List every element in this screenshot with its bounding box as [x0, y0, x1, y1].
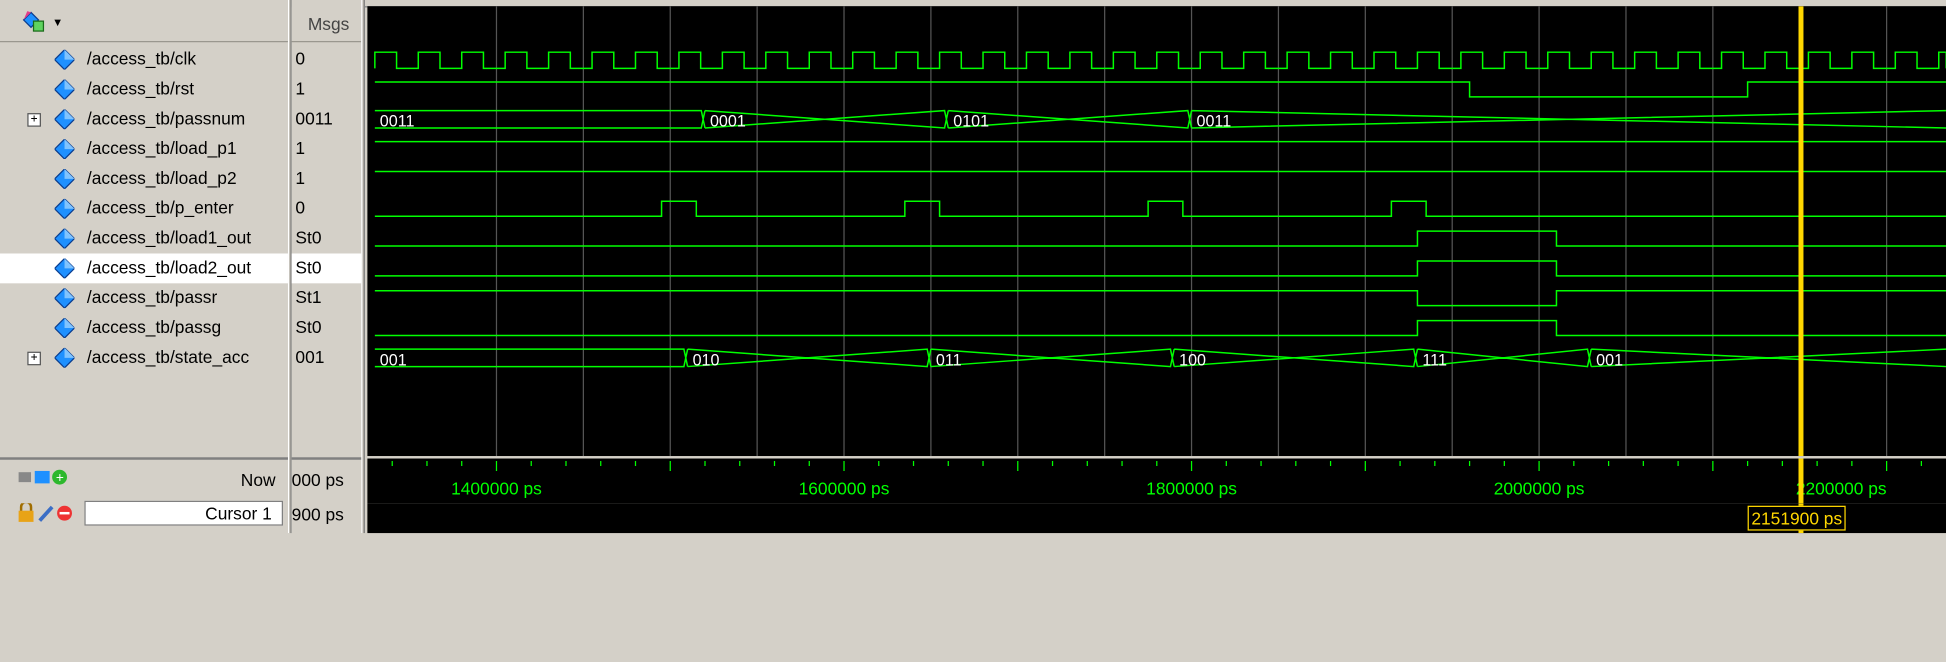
load1-out-waveform [374, 230, 1946, 247]
status-values-pane: 000 ps 900 ps [291, 457, 362, 536]
expand-icon[interactable]: + [27, 113, 41, 127]
signal-diamond-icon [54, 318, 75, 338]
signal-value: St1 [295, 287, 322, 307]
bus-value-label: 0001 [710, 113, 746, 131]
signal-diamond-icon [54, 228, 75, 249]
signal-value: 1 [295, 137, 306, 158]
ruler-label: 1800000 ps [1146, 479, 1237, 499]
signal-value: St0 [295, 227, 322, 248]
now-label: Now [240, 469, 276, 490]
signal-name[interactable]: /access_tb/load_p2 [87, 168, 237, 188]
signal-diamond-icon [54, 168, 75, 189]
bus-value-label: 100 [1179, 351, 1206, 369]
names-header: ▼ [0, 6, 288, 43]
bus-value-label: 001 [380, 351, 407, 369]
ruler-label: 1600000 ps [799, 479, 890, 499]
signal-value: 0011 [295, 108, 333, 128]
msgs-header: Msgs [291, 6, 362, 43]
signal-value: 001 [295, 346, 325, 367]
signal-value: 1 [295, 167, 306, 188]
signal-name[interactable]: /access_tb/passnum [87, 108, 245, 128]
passnum-waveform [374, 109, 1946, 129]
rst-waveform [374, 81, 1946, 98]
signal-value: 0 [295, 48, 306, 69]
passr-waveform [374, 290, 1946, 307]
cursor-time-label[interactable]: 2151900 ps [1747, 505, 1846, 531]
signal-value: St0 [295, 316, 322, 337]
chevron-down-icon[interactable]: ▼ [52, 16, 63, 28]
status-pane: + Now Cursor 1 [0, 457, 288, 536]
passg-waveform [374, 319, 1946, 337]
ruler-label: 2000000 ps [1494, 479, 1585, 499]
signal-diamond-icon [54, 139, 75, 160]
signal-value: St0 [295, 257, 322, 278]
signal-name[interactable]: /access_tb/clk [87, 48, 196, 68]
time-ruler[interactable]: 1400000 ps 1600000 ps 1800000 ps 2000000 ps… [367, 458, 1946, 504]
ruler-label: 1400000 ps [451, 479, 542, 499]
waveform-area[interactable]: 0011 0001 0101 0011 001 010 011 100 111 001 [367, 6, 1946, 457]
bus-value-label: 010 [693, 351, 720, 369]
load2-out-waveform [374, 260, 1946, 277]
bus-value-label: 0101 [953, 113, 989, 131]
signal-diamond-icon [54, 109, 75, 130]
p-enter-waveform [374, 200, 1946, 217]
signal-diamond-icon [54, 258, 75, 279]
cursor-label: Cursor 1 [205, 503, 272, 524]
signal-name[interactable]: /access_tb/p_enter [87, 198, 234, 218]
signal-value: 0 [295, 197, 306, 218]
svg-text:+: + [56, 470, 64, 485]
signal-diamond-icon [54, 49, 75, 70]
signal-name[interactable]: /access_tb/passg [87, 317, 221, 337]
bus-value-label: 011 [936, 351, 962, 369]
signal-diamond-icon [54, 347, 75, 368]
msgs-label: Msgs [307, 13, 350, 34]
layout-icon[interactable] [20, 10, 47, 39]
signal-name[interactable]: /access_tb/load1_out [87, 227, 251, 247]
cursor-line[interactable] [1798, 6, 1804, 457]
bus-value-label: 0011 [1197, 113, 1232, 131]
pane-divider-2[interactable] [361, 0, 365, 534]
signal-diamond-icon [54, 79, 75, 100]
signal-value: 1 [295, 78, 306, 99]
cursor-name-field[interactable]: Cursor 1 [84, 500, 283, 526]
signal-diamond-icon [54, 198, 75, 219]
cursor-bar[interactable]: 2151900 ps [367, 503, 1946, 534]
lock-icon[interactable] [17, 500, 79, 529]
signal-diamond-icon [54, 288, 75, 309]
signal-name[interactable]: /access_tb/load2_out [87, 257, 251, 277]
bus-value-label: 0011 [380, 113, 415, 131]
bus-value-label: 001 [1596, 351, 1623, 369]
state-acc-waveform [374, 348, 1946, 368]
expand-icon[interactable]: + [27, 351, 41, 366]
signal-name[interactable]: /access_tb/rst [87, 78, 194, 98]
clk-waveform [374, 51, 1946, 70]
bus-value-label: 111 [1422, 351, 1447, 369]
signal-name[interactable]: /access_tb/load_p1 [87, 138, 237, 158]
now-value: 000 ps [291, 469, 344, 490]
ruler-label: 2200000 ps [1796, 479, 1887, 499]
cursor-line-ruler[interactable] [1798, 458, 1804, 504]
cursor-value: 900 ps [291, 504, 344, 525]
add-wave-icon[interactable]: + [17, 467, 79, 493]
signal-name[interactable]: /access_tb/passr [87, 287, 217, 307]
signal-name[interactable]: /access_tb/state_acc [87, 347, 249, 367]
